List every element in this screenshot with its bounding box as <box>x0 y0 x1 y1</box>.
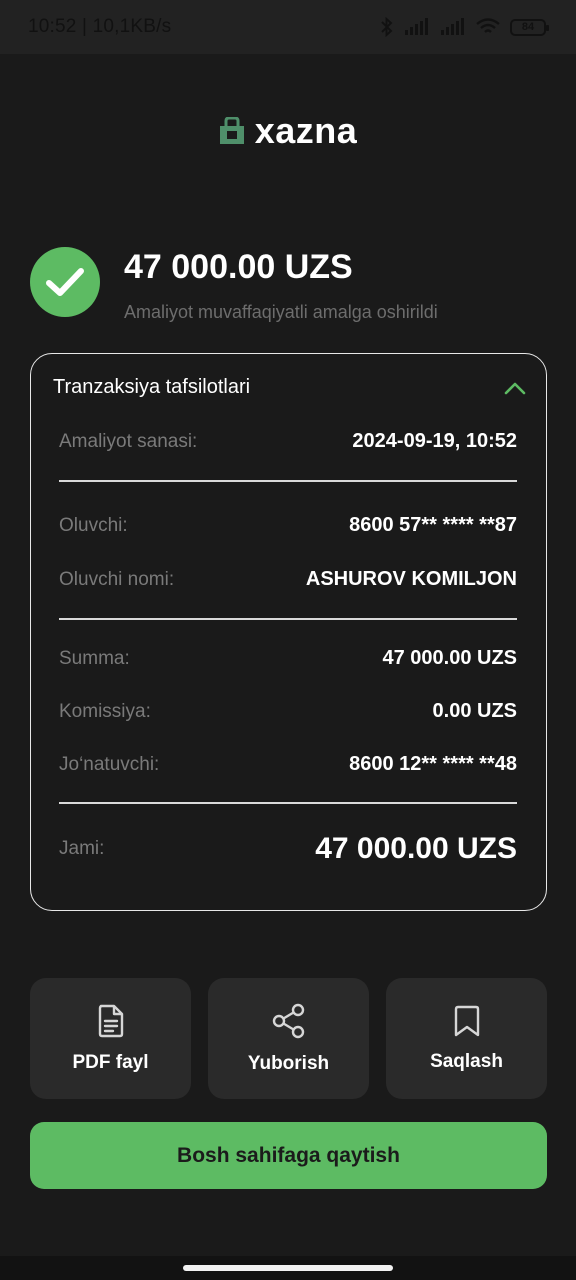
battery-icon: 84 <box>510 18 549 36</box>
save-button[interactable]: Saqlash <box>386 978 547 1099</box>
battery-level: 84 <box>521 21 535 33</box>
checkmark-icon <box>46 268 84 296</box>
commission-value: 0.00 UZS <box>432 700 517 722</box>
signal-icon-2 <box>441 18 464 35</box>
xazna-logo: xazna <box>0 110 576 152</box>
wifi-icon <box>476 18 500 33</box>
details-header[interactable]: Tranzaksiya tafsilotlari <box>53 376 526 399</box>
transaction-details-card: Tranzaksiya tafsilotlari Amaliyot sanasi… <box>30 353 547 911</box>
amount-title: 47 000.00 UZS <box>124 248 353 286</box>
status-bar: 10:52 | 10,1KB/s 84 <box>0 0 576 54</box>
date-value: 2024-09-19, 10:52 <box>352 430 517 452</box>
date-label: Amaliyot sanasi: <box>59 430 198 452</box>
status-icons: 84 <box>380 17 549 37</box>
pdf-file-button[interactable]: PDF fayl <box>30 978 191 1099</box>
bluetooth-icon <box>381 17 393 37</box>
recipient-label: Oluvchi: <box>59 514 128 536</box>
sender-value: 8600 12** **** **48 <box>349 753 517 775</box>
detail-row-sum: Summa: 47 000.00 UZS <box>59 647 517 670</box>
detail-row-recipient-name: Oluvchi nomi: ASHUROV KOMILJON <box>59 568 517 591</box>
pdf-file-label: PDF fayl <box>72 1051 149 1073</box>
divider <box>59 802 517 804</box>
back-to-home-button[interactable]: Bosh sahifaga qaytish <box>30 1122 547 1189</box>
recipient-value: 8600 57** **** **87 <box>349 514 517 536</box>
lock-bag-icon <box>219 117 244 144</box>
bookmark-icon <box>454 1005 479 1036</box>
detail-row-sender: Jo‘natuvchi: 8600 12** **** **48 <box>59 753 517 776</box>
sum-label: Summa: <box>59 647 130 669</box>
chevron-up-icon[interactable] <box>504 381 526 395</box>
gesture-handle[interactable] <box>183 1265 393 1271</box>
logo-text: xazna <box>254 110 358 151</box>
total-label: Jami: <box>59 838 105 859</box>
detail-row-recipient: Oluvchi: 8600 57** **** **87 <box>59 514 517 537</box>
sender-label: Jo‘natuvchi: <box>59 753 160 775</box>
document-icon <box>98 1004 123 1037</box>
divider <box>59 480 517 482</box>
details-title: Tranzaksiya tafsilotlari <box>53 376 251 398</box>
divider <box>59 618 517 620</box>
save-label: Saqlash <box>430 1050 503 1072</box>
detail-row-commission: Komissiya: 0.00 UZS <box>59 700 517 723</box>
share-label: Yuborish <box>247 1052 330 1074</box>
detail-row-total: Jami: 47 000.00 UZS <box>59 832 517 866</box>
success-badge <box>30 247 100 317</box>
sum-value: 47 000.00 UZS <box>382 647 517 669</box>
status-time-speed: 10:52 | 10,1KB/s <box>28 16 172 37</box>
recipient-name-label: Oluvchi nomi: <box>59 568 175 590</box>
signal-icon <box>405 18 428 35</box>
recipient-name-value: ASHUROV KOMILJON <box>305 568 517 590</box>
detail-row-date: Amaliyot sanasi: 2024-09-19, 10:52 <box>59 430 517 453</box>
success-message: Amaliyot muvaffaqiyatli amalga oshirildi <box>124 302 438 322</box>
total-value: 47 000.00 UZS <box>315 832 517 865</box>
share-button[interactable]: Yuborish <box>208 978 369 1099</box>
share-icon <box>272 1003 304 1038</box>
commission-label: Komissiya: <box>59 700 151 722</box>
